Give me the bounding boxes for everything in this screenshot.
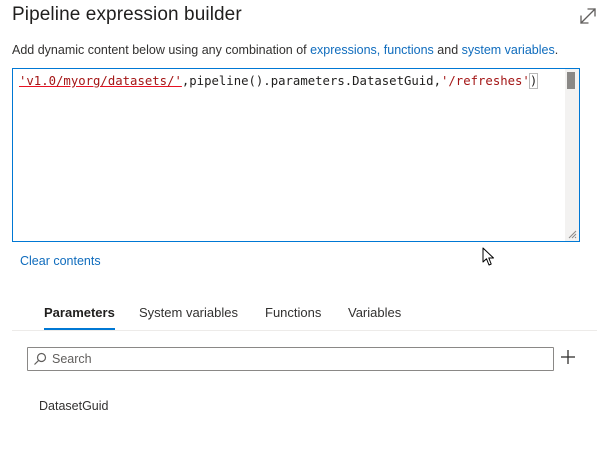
string-token-path: 'v1.0/myorg/datasets/' <box>19 74 182 88</box>
clear-contents-link[interactable]: Clear contents <box>20 254 101 268</box>
tab-functions[interactable]: Functions <box>265 305 321 328</box>
functions-link[interactable]: functions <box>384 43 434 57</box>
closing-paren: ) <box>528 73 539 89</box>
tab-parameters[interactable]: Parameters <box>44 305 115 330</box>
parameter-item-datasetguid[interactable]: DatasetGuid <box>39 399 108 413</box>
add-parameter-button[interactable] <box>559 348 577 366</box>
mouse-cursor-icon <box>482 247 494 266</box>
hint-prefix: Add dynamic content below using any comb… <box>12 43 311 57</box>
search-icon <box>34 352 47 365</box>
text-caret <box>537 73 539 88</box>
search-box[interactable] <box>27 347 554 371</box>
resize-grip-icon[interactable] <box>568 230 577 239</box>
page-title: Pipeline expression builder <box>12 4 242 25</box>
hint-conjunction: and <box>433 43 462 57</box>
editor-scrollbar[interactable] <box>565 69 579 241</box>
expressions-link[interactable]: expressions, <box>310 43 380 57</box>
string-token-refreshes: '/refreshes' <box>441 74 530 88</box>
hint-suffix: . <box>554 43 559 57</box>
expression-editor[interactable]: 'v1.0/myorg/datasets/',pipeline().parame… <box>12 68 580 242</box>
code-token-pipeline: ,pipeline().parameters.DatasetGuid, <box>181 74 441 88</box>
system-variables-link[interactable]: system variables <box>462 43 555 57</box>
instructions-text: Add dynamic content below using any comb… <box>12 43 558 57</box>
editor-scrollbar-thumb[interactable] <box>567 72 575 89</box>
tab-bar: Parameters System variables Functions Va… <box>12 298 597 331</box>
expand-icon[interactable] <box>578 6 598 26</box>
code-line[interactable]: 'v1.0/myorg/datasets/',pipeline().parame… <box>19 72 539 90</box>
tab-variables[interactable]: Variables <box>348 305 401 328</box>
search-input[interactable] <box>52 349 547 369</box>
tab-system-variables[interactable]: System variables <box>139 305 238 328</box>
